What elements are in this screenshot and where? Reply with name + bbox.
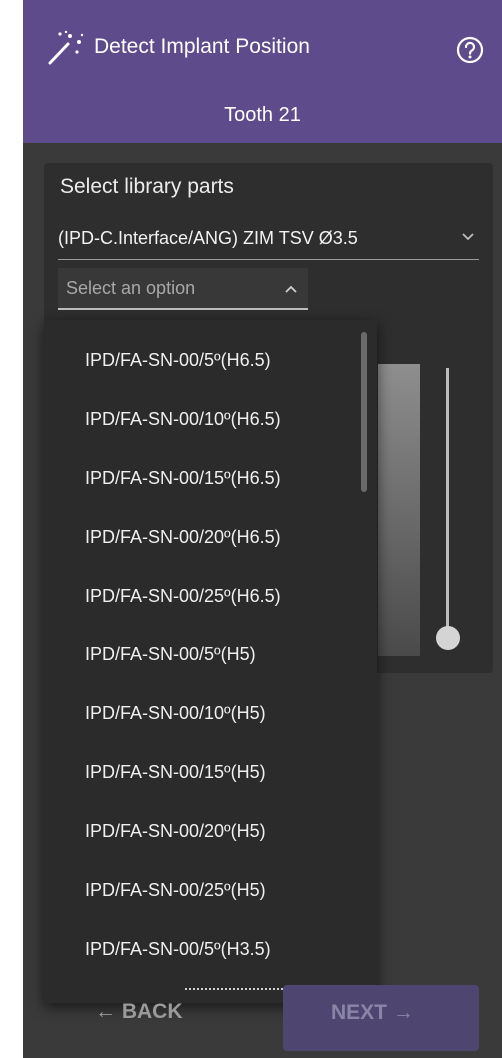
chevron-down-icon — [462, 233, 474, 241]
back-button[interactable]: ← BACK — [95, 1000, 215, 1040]
dropdown-option[interactable]: IPD/FA-SN-00/20º(H6.5) — [85, 527, 281, 548]
dropdown-option[interactable]: IPD/FA-SN-00/15º(H5) — [85, 762, 266, 783]
magic-wand-icon — [48, 30, 84, 65]
dropdown-option[interactable]: IPD/FA-SN-00/10º(H5) — [85, 703, 266, 724]
options-dropdown: IPD/FA-SN-00/5º(H6.5) IPD/FA-SN-00/10º(H… — [44, 320, 377, 1003]
dropdown-scrollbar[interactable] — [361, 332, 367, 492]
chevron-up-icon — [285, 285, 297, 293]
card-title: Select library parts — [60, 175, 234, 198]
dropdown-option[interactable]: IPD/FA-SN-00/20º(H5) — [85, 821, 266, 842]
page-title: Detect Implant Position — [94, 35, 310, 58]
library-select-value: (IPD-C.Interface/ANG) ZIM TSV Ø3.5 — [58, 228, 358, 248]
part-select-placeholder: Select an option — [66, 278, 196, 298]
help-circle-icon[interactable] — [455, 35, 485, 65]
dropdown-option[interactable]: IPD/FA-SN-00/15º(H6.5) — [85, 468, 281, 489]
library-select[interactable]: (IPD-C.Interface/ANG) ZIM TSV Ø3.5 — [58, 216, 479, 260]
slider-thumb[interactable] — [436, 626, 460, 650]
dropdown-option[interactable]: IPD/FA-SN-00/5º(H3.5) — [85, 939, 271, 960]
dropdown-option[interactable]: IPD/FA-SN-00/25º(H6.5) — [85, 586, 281, 607]
tooth-label: Tooth 21 — [224, 104, 301, 126]
next-button-label: NEXT → — [331, 1001, 414, 1024]
next-button[interactable]: NEXT → — [283, 985, 479, 1051]
left-edge-strip — [0, 0, 23, 1058]
dropdown-option[interactable]: IPD/FA-SN-00/5º(H6.5) — [85, 350, 271, 371]
dropdown-option[interactable]: IPD/FA-SN-00/10º(H6.5) — [85, 409, 281, 430]
implant-preview — [378, 364, 420, 656]
dropdown-option[interactable]: IPD/FA-SN-00/25º(H5) — [85, 880, 266, 901]
dropdown-option[interactable]: IPD/FA-SN-00/5º(H5) — [85, 644, 256, 665]
slider-track[interactable] — [446, 368, 449, 638]
part-select[interactable]: Select an option — [58, 268, 308, 310]
